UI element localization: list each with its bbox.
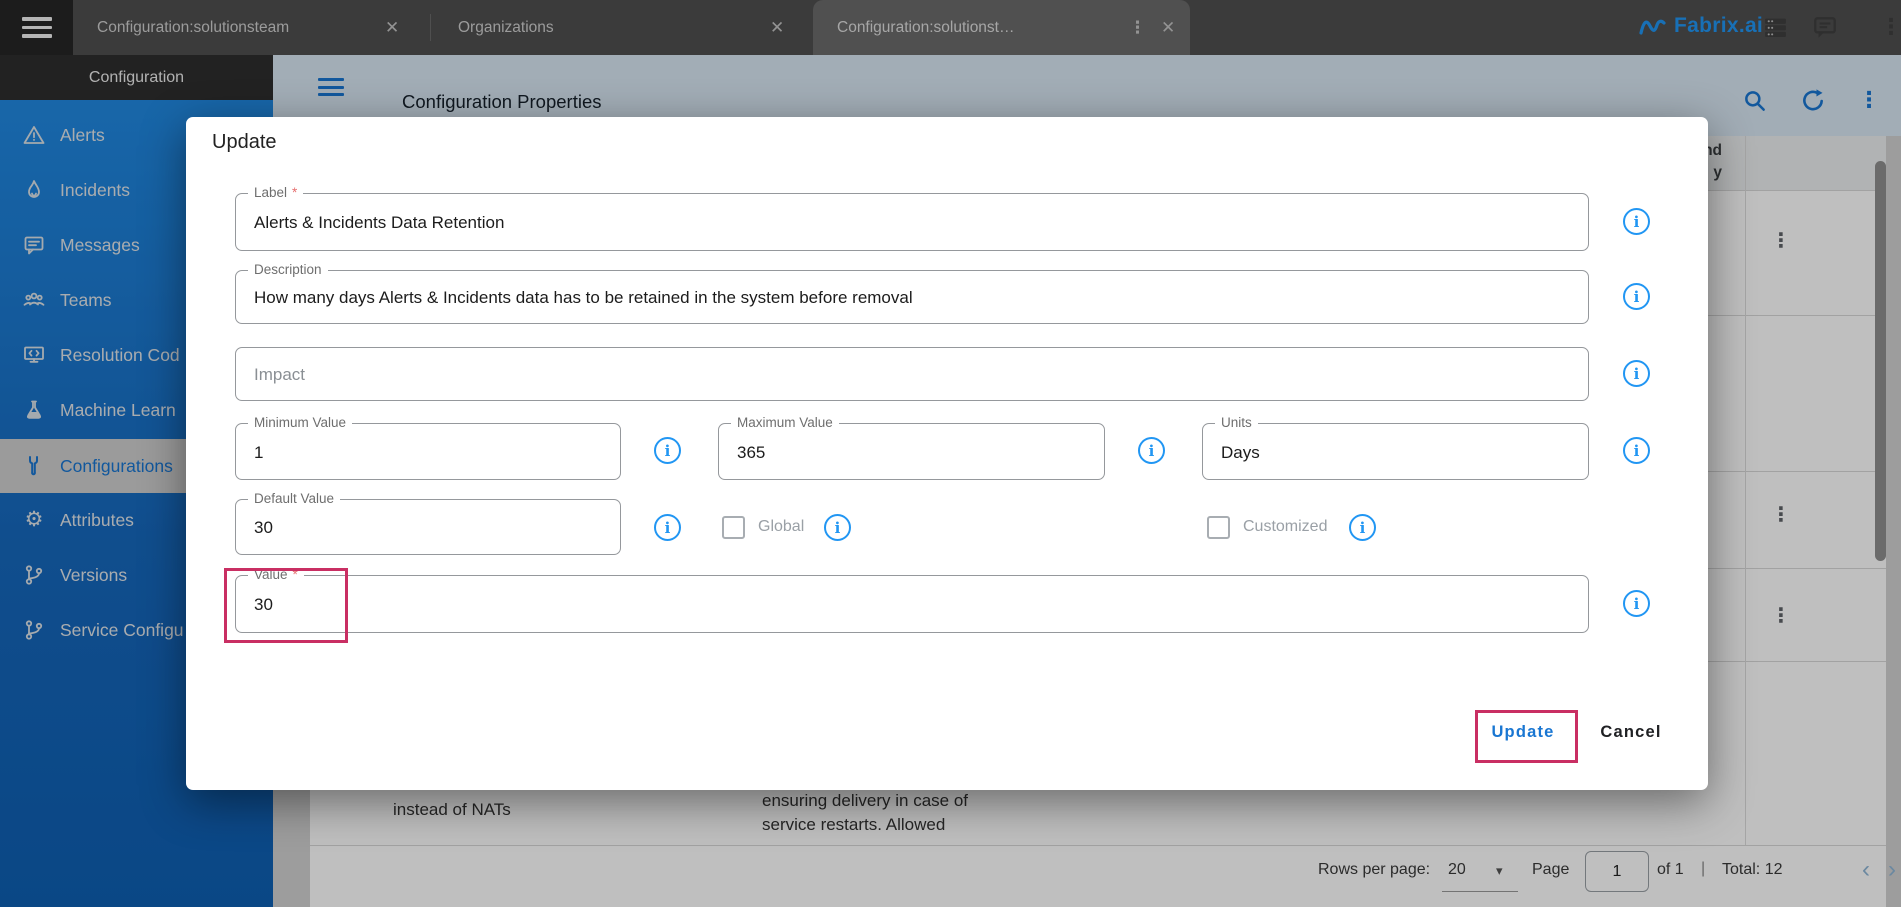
update-dialog: Update Label* i Description i i Minimum … <box>186 117 1708 790</box>
label-field[interactable]: Label* <box>235 193 1589 251</box>
description-field[interactable]: Description <box>235 270 1589 324</box>
minimum-value-input[interactable] <box>252 424 608 481</box>
label-input[interactable] <box>252 194 1576 252</box>
units-input[interactable] <box>1219 424 1576 481</box>
minimum-value-field[interactable]: Minimum Value <box>235 423 621 480</box>
info-icon[interactable]: i <box>824 514 851 541</box>
annotation-rect-value-field <box>224 568 348 643</box>
global-checkbox[interactable] <box>722 516 745 539</box>
info-icon[interactable]: i <box>1623 360 1650 387</box>
info-icon[interactable]: i <box>1623 437 1650 464</box>
info-icon[interactable]: i <box>654 514 681 541</box>
customized-checkbox-label: Customized <box>1243 518 1327 536</box>
info-icon[interactable]: i <box>1623 283 1650 310</box>
impact-field[interactable] <box>235 347 1589 401</box>
customized-checkbox[interactable] <box>1207 516 1230 539</box>
app-root: Configuration:solutionsteam ✕ Organizati… <box>0 0 1901 907</box>
annotation-rect-update-button <box>1475 710 1578 763</box>
description-input[interactable] <box>252 271 1576 325</box>
units-field[interactable]: Units <box>1202 423 1589 480</box>
info-icon[interactable]: i <box>1623 208 1650 235</box>
default-value-field[interactable]: Default Value <box>235 499 621 555</box>
impact-input[interactable] <box>252 348 1576 402</box>
info-icon[interactable]: i <box>1349 514 1376 541</box>
dialog-title: Update <box>212 131 277 154</box>
info-icon[interactable]: i <box>1623 590 1650 617</box>
value-field[interactable]: Value* <box>235 575 1589 633</box>
info-icon[interactable]: i <box>654 437 681 464</box>
maximum-value-input[interactable] <box>735 424 1092 481</box>
maximum-value-field[interactable]: Maximum Value <box>718 423 1105 480</box>
cancel-button[interactable]: Cancel <box>1586 723 1676 747</box>
value-input[interactable] <box>252 576 1576 634</box>
info-icon[interactable]: i <box>1138 437 1165 464</box>
global-checkbox-label: Global <box>758 518 804 536</box>
default-value-input[interactable] <box>252 500 608 556</box>
